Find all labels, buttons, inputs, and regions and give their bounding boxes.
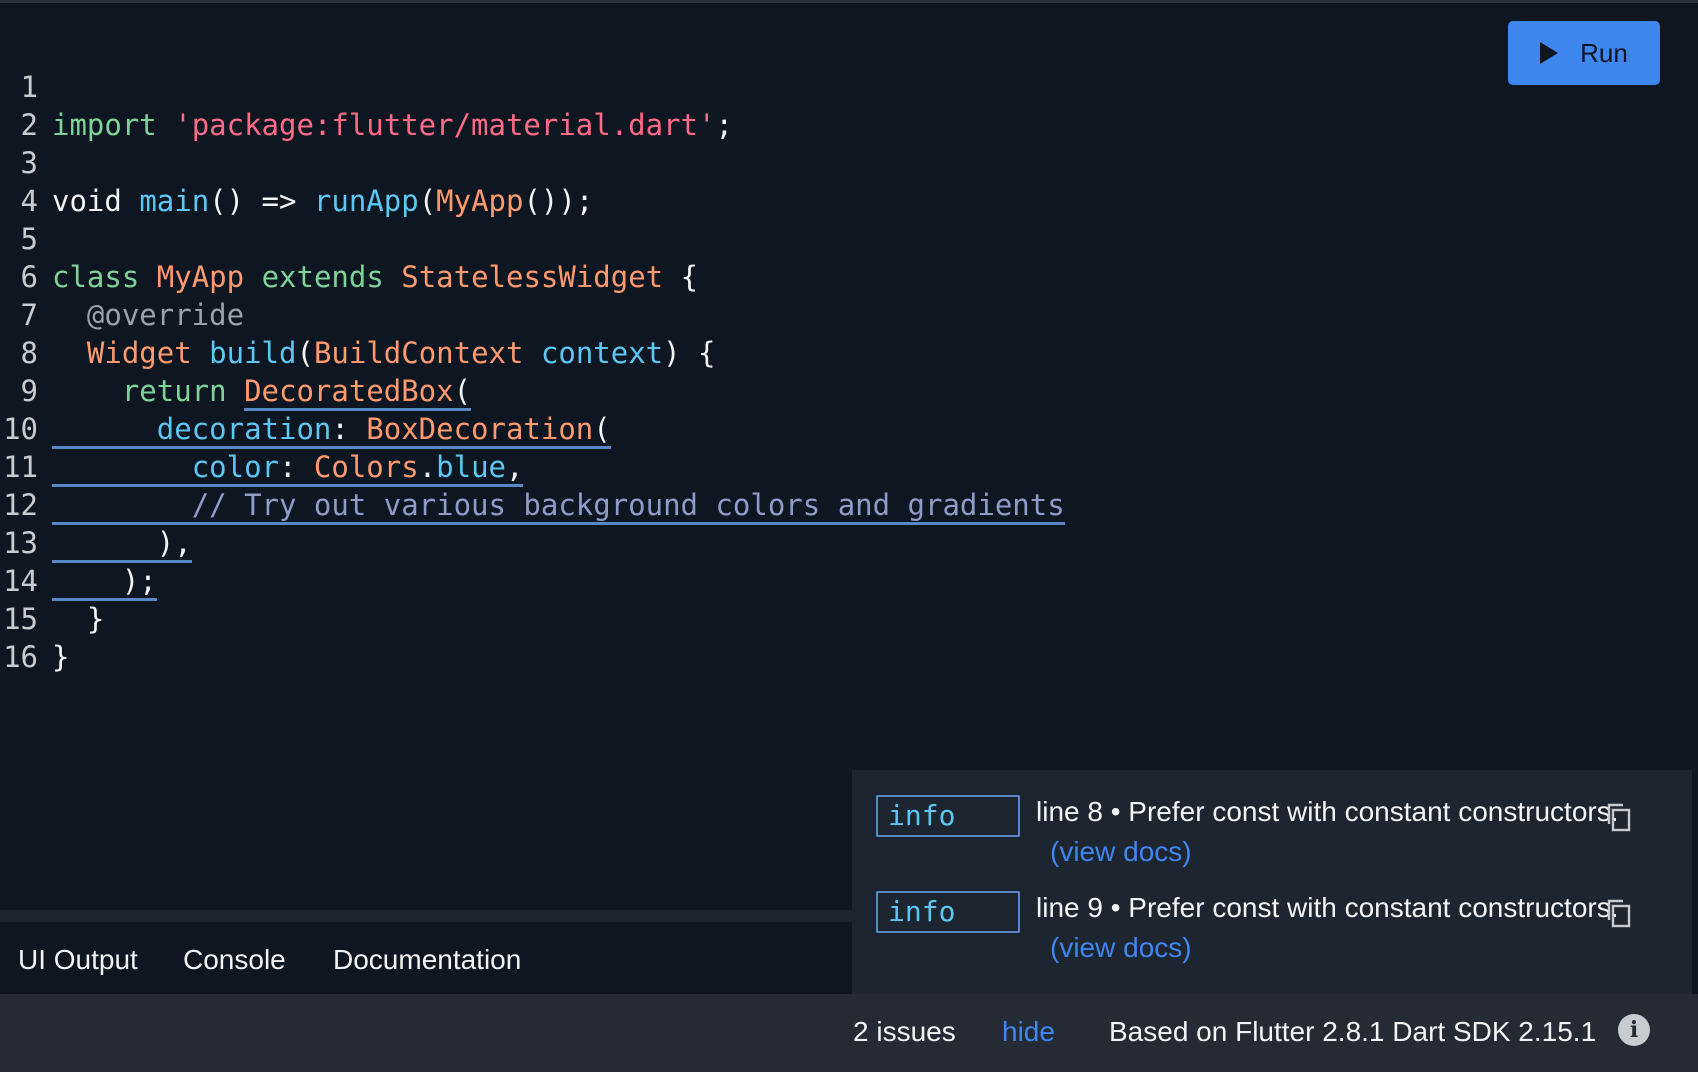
- code-token: StatelessWidget: [401, 260, 664, 294]
- output-tabs: UI Output Console Documentation: [0, 910, 852, 994]
- code-token: );: [121, 564, 157, 598]
- hide-issues-link[interactable]: hide: [1002, 1016, 1055, 1048]
- code-token: (: [593, 412, 611, 446]
- code-line[interactable]: 3 void main() => runApp(MyApp());: [0, 106, 594, 218]
- status-bar: 2 issues hide Based on Flutter 2.8.1 Dar…: [0, 994, 1698, 1072]
- code-token: DecoratedBox: [244, 374, 454, 408]
- code-token: blue: [436, 450, 506, 484]
- code-line[interactable]: 6 @override: [0, 220, 245, 332]
- code-token: decoration: [156, 412, 332, 446]
- run-button[interactable]: Run: [1508, 21, 1660, 85]
- code-comment: // Try out various background colors and…: [191, 488, 1065, 522]
- issues-panel: info line 8 • Prefer const with constant…: [852, 770, 1692, 994]
- code-token: (: [453, 374, 472, 408]
- sdk-version-label: Based on Flutter 2.8.1 Dart SDK 2.15.1: [1109, 1016, 1597, 1047]
- code-token: 'package:flutter/material.dart': [174, 108, 716, 142]
- view-docs-link[interactable]: (view docs): [1050, 836, 1192, 867]
- code-token: {: [680, 260, 699, 294]
- code-token: (: [296, 336, 314, 370]
- info-icon[interactable]: i: [1618, 1014, 1650, 1046]
- tab-console[interactable]: Console: [183, 944, 286, 976]
- code-token: :: [279, 450, 314, 484]
- code-line[interactable]: 11 // Try out various background colors …: [0, 410, 1065, 525]
- code-token: BoxDecoration: [366, 412, 594, 446]
- code-token: .: [418, 450, 437, 484]
- code-token: ) {: [663, 336, 716, 370]
- code-token: runApp: [313, 184, 419, 218]
- code-token: ());: [523, 184, 594, 218]
- issue-count[interactable]: 2 issues: [853, 1016, 956, 1048]
- issue-item: info line 9 • Prefer const with constant…: [876, 866, 1676, 963]
- code-token: BuildContext: [313, 336, 524, 370]
- code-token: () =>: [209, 184, 314, 218]
- code-token: :: [331, 412, 367, 446]
- code-token: build: [209, 336, 297, 370]
- code-line[interactable]: 9 decoration: BoxDecoration(: [0, 334, 611, 449]
- code-token: MyApp: [436, 184, 524, 218]
- issue-message-block: line 9 • Prefer const with constant cons…: [1036, 888, 1626, 968]
- issue-severity-badge: info: [876, 795, 1020, 837]
- code-line[interactable]: 4: [0, 144, 105, 218]
- issue-item: info line 8 • Prefer const with constant…: [876, 770, 1676, 867]
- run-button-label: Run: [1580, 37, 1628, 68]
- code-lines[interactable]: 1 import 'package:flutter/material.dart'…: [0, 30, 1065, 674]
- code-line[interactable]: 1 import 'package:flutter/material.dart'…: [0, 30, 733, 142]
- code-token: context: [540, 336, 664, 370]
- code-line[interactable]: 10 color: Colors.blue,: [0, 372, 524, 487]
- code-line[interactable]: 15 }: [0, 562, 105, 674]
- code-token: Colors: [313, 450, 419, 484]
- code-token: ),: [156, 526, 192, 560]
- code-token: color: [191, 450, 279, 484]
- issue-message-block: line 8 • Prefer const with constant cons…: [1036, 792, 1626, 872]
- code-line[interactable]: 5 class MyApp extends StatelessWidget {: [0, 182, 699, 294]
- code-token: MyApp: [156, 260, 245, 294]
- code-token: (: [418, 184, 437, 218]
- code-token: @override: [86, 298, 245, 332]
- code-line[interactable]: 12 ),: [0, 448, 192, 563]
- play-icon: [1540, 42, 1559, 64]
- code-line[interactable]: 2: [0, 68, 105, 142]
- code-line[interactable]: 14 }: [0, 524, 105, 636]
- code-line[interactable]: 8 return DecoratedBox(: [0, 296, 472, 411]
- code-token: return: [121, 374, 227, 408]
- code-line[interactable]: 16: [0, 600, 105, 674]
- code-token: ;: [715, 108, 733, 142]
- code-token: ,: [506, 450, 524, 484]
- tab-documentation[interactable]: Documentation: [333, 944, 521, 976]
- issue-severity-badge: info: [876, 891, 1020, 933]
- line-number: 16: [3, 640, 38, 674]
- issue-message: line 8 • Prefer const with constant cons…: [1036, 796, 1619, 827]
- issue-message: line 9 • Prefer const with constant cons…: [1036, 892, 1619, 923]
- code-token: extends: [261, 260, 384, 294]
- view-docs-link[interactable]: (view docs): [1050, 932, 1192, 963]
- copy-icon[interactable]: [1606, 898, 1632, 928]
- tab-ui-output[interactable]: UI Output: [18, 944, 138, 976]
- code-line[interactable]: 13 );: [0, 486, 157, 601]
- code-token: main: [139, 184, 210, 218]
- code-line[interactable]: 7 Widget build(BuildContext context) {: [0, 258, 716, 370]
- copy-icon[interactable]: [1606, 802, 1632, 832]
